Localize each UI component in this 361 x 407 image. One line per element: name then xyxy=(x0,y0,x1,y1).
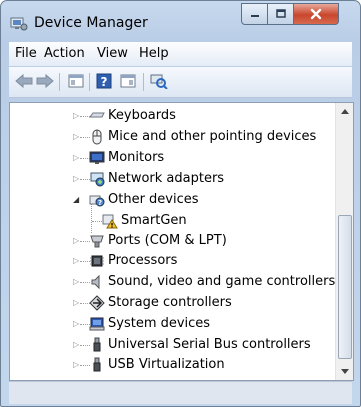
keyboard-icon xyxy=(89,112,105,118)
scroll-down-button[interactable] xyxy=(336,363,353,380)
tree-item-other-devices[interactable]: ◢ ? Other devices xyxy=(10,190,340,210)
tree-item-label: Other devices xyxy=(108,192,199,207)
expand-arrow-icon[interactable]: ▷ xyxy=(73,361,79,369)
menu-action[interactable]: Action xyxy=(44,45,85,63)
toolbar-separator xyxy=(143,73,144,91)
tree-item-usb-virtualization[interactable]: ▷ USB Virtualization xyxy=(10,355,340,375)
expand-arrow-icon[interactable]: ▷ xyxy=(73,299,79,307)
expand-arrow-icon[interactable]: ▷ xyxy=(73,278,79,286)
device-manager-window: Device Manager File Action View Help ? ▷… xyxy=(0,0,361,407)
forward-arrow-icon xyxy=(36,74,54,88)
menu-file[interactable]: File xyxy=(15,45,37,63)
tree-item-label: Storage controllers xyxy=(108,295,232,310)
close-icon xyxy=(310,8,322,20)
network-adapter-icon xyxy=(90,172,105,187)
maximize-icon xyxy=(275,9,286,18)
maximize-button[interactable] xyxy=(268,3,294,25)
tree-item-ports[interactable]: ▷ Ports (COM & LPT) xyxy=(10,231,340,251)
speaker-icon xyxy=(91,274,100,290)
tree-item-monitors[interactable]: ▷ Monitors xyxy=(10,148,340,168)
minimize-icon xyxy=(250,15,259,17)
usb-icon xyxy=(93,337,101,352)
status-bar xyxy=(9,381,352,404)
title-bar[interactable]: Device Manager xyxy=(1,1,360,41)
expand-arrow-icon[interactable]: ▷ xyxy=(73,112,79,120)
device-tree[interactable]: ▷ Keyboards ▷ Mice and other pointing de… xyxy=(9,102,354,381)
svg-text:?: ? xyxy=(101,75,108,89)
expand-arrow-icon[interactable]: ▷ xyxy=(73,175,79,183)
window-title: Device Manager xyxy=(34,15,148,31)
minimize-button[interactable] xyxy=(241,3,268,25)
caption-buttons xyxy=(241,3,339,25)
tree-item-keyboards[interactable]: ▷ Keyboards xyxy=(10,106,340,126)
arrow-up-icon xyxy=(340,109,349,114)
menu-help[interactable]: Help xyxy=(139,45,169,63)
tree-item-usb-controllers[interactable]: ▷ Universal Serial Bus controllers xyxy=(10,335,340,355)
warning-device-icon xyxy=(102,214,118,229)
port-icon xyxy=(90,235,104,248)
unknown-device-icon: ? xyxy=(89,195,105,207)
monitor-icon xyxy=(89,151,105,164)
help-button[interactable]: ? xyxy=(95,72,113,90)
back-button[interactable] xyxy=(15,72,33,90)
usb-icon xyxy=(93,357,101,372)
scroll-up-button[interactable] xyxy=(336,103,353,120)
tree-item-processors[interactable]: ▷ Processors xyxy=(10,251,340,271)
tree-item-label: Ports (COM & LPT) xyxy=(108,233,227,248)
expand-arrow-icon[interactable]: ▷ xyxy=(73,133,79,141)
tree-item-label: Universal Serial Bus controllers xyxy=(108,337,311,352)
processor-icon xyxy=(90,255,104,267)
help-icon: ? xyxy=(96,73,112,89)
svg-text:?: ? xyxy=(98,199,102,207)
forward-button[interactable] xyxy=(36,72,54,90)
tree-item-sound[interactable]: ▷ Sound, video and game controllers xyxy=(10,272,340,292)
tree-item-network-adapters[interactable]: ▷ Network adapters xyxy=(10,169,340,189)
scan-hardware-button[interactable] xyxy=(150,72,168,90)
tree-item-label: Keyboards xyxy=(108,108,176,123)
tree-item-label: Network adapters xyxy=(108,171,225,186)
toolbar: ? xyxy=(9,67,352,98)
scrollbar-thumb[interactable] xyxy=(338,215,352,359)
tree-item-mice[interactable]: ▷ Mice and other pointing devices xyxy=(10,127,340,147)
close-button[interactable] xyxy=(294,3,339,25)
tree-item-label: Mice and other pointing devices xyxy=(108,129,317,144)
mouse-icon xyxy=(92,129,102,145)
storage-controller-icon xyxy=(89,295,105,311)
menu-view[interactable]: View xyxy=(97,45,128,63)
tree-item-label: USB Virtualization xyxy=(108,357,225,372)
collapse-arrow-icon[interactable]: ◢ xyxy=(73,196,79,204)
properties-button[interactable] xyxy=(67,72,85,90)
scan-hardware-icon xyxy=(150,74,168,89)
system-device-icon xyxy=(89,317,105,331)
toolbar-separator xyxy=(89,73,90,91)
menu-bar: File Action View Help xyxy=(9,42,352,66)
show-hidden-button[interactable] xyxy=(119,72,137,90)
tree-item-smartgen[interactable]: SmartGen xyxy=(10,211,340,231)
expand-arrow-icon[interactable]: ▷ xyxy=(73,320,79,328)
properties-icon xyxy=(68,74,84,88)
expand-arrow-icon[interactable]: ▷ xyxy=(73,341,79,349)
expand-arrow-icon[interactable]: ▷ xyxy=(73,154,79,162)
tree-item-label: Monitors xyxy=(108,150,165,165)
tree-item-label: System devices xyxy=(108,316,211,331)
back-arrow-icon xyxy=(15,74,33,88)
expand-arrow-icon[interactable]: ▷ xyxy=(73,237,79,245)
vertical-scrollbar[interactable] xyxy=(335,103,353,380)
arrow-down-icon xyxy=(340,369,349,374)
toolbar-separator xyxy=(59,73,60,91)
tree-item-label: Sound, video and game controllers xyxy=(108,274,336,289)
tree-item-storage-controllers[interactable]: ▷ Storage controllers xyxy=(10,293,340,313)
tree-item-label: SmartGen xyxy=(121,213,187,228)
tree-item-system-devices[interactable]: ▷ System devices xyxy=(10,314,340,334)
device-manager-icon xyxy=(10,17,28,31)
show-hidden-icon xyxy=(120,74,136,88)
expand-arrow-icon[interactable]: ▷ xyxy=(73,257,79,265)
tree-item-label: Processors xyxy=(108,253,178,268)
